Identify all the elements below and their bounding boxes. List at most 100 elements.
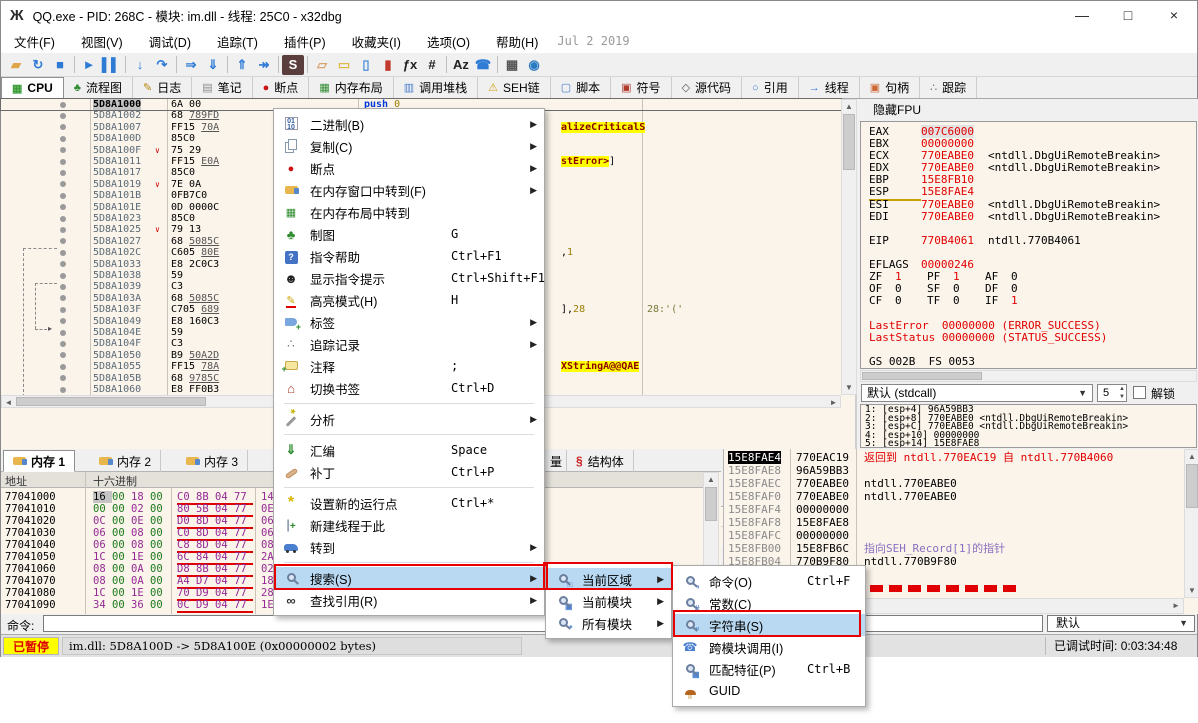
register-text-line[interactable]: LastStatus 00000000 (STATUS_SUCCESS) [861,332,1196,344]
menubar-item[interactable]: 追踪(T) [204,36,271,50]
menu-item[interactable]: 在内存窗口中转到(F)▶ [274,179,544,201]
register-text-line[interactable]: GS 002B FS 0053 [861,356,1196,368]
menu-item[interactable]: *设置新的运行点Ctrl+* [274,492,544,514]
menu-item[interactable]: ♣制图G [274,223,544,245]
register-row[interactable]: EFLAGS00000246 [861,259,1196,271]
tab-symbols[interactable]: ▣符号 [611,77,671,98]
instruction-dot-icon[interactable] [60,352,66,358]
instruction-dot-icon[interactable] [60,375,66,381]
instruction-dot-icon[interactable] [60,387,66,393]
instruction-dot-icon[interactable] [60,238,66,244]
hex-column-header[interactable]: 十六进制 [93,473,137,489]
instruction-dot-icon[interactable] [60,227,66,233]
tab-memory-map[interactable]: ▦内存布局 [309,77,393,98]
menu-item[interactable]: “字符串(S) [673,614,865,636]
trace-into-icon[interactable]: ⇒ [180,55,202,75]
open-file-icon[interactable]: ▰ [5,55,27,75]
spinner-arrows-icon[interactable]: ▲▼ [1119,385,1125,401]
menu-item[interactable]: 分析▶ [274,408,544,430]
tab-notes[interactable]: ▤笔记 [192,77,252,98]
instruction-dot-icon[interactable] [60,136,66,142]
stack-row[interactable]: 15E8FAF815E8FAE8 [724,516,1184,529]
register-row[interactable]: ESI770EABE0<ntdll.DbgUiRemoteBreakin> [861,199,1196,211]
stop-icon[interactable]: ■ [49,55,71,75]
stack-row[interactable]: 15E8FAFC00000000 [724,529,1184,542]
menu-item[interactable]: ∞查找引用(R)▶ [274,589,544,611]
instruction-dot-icon[interactable] [60,102,66,108]
menu-item[interactable]: ●断点▶ [274,157,544,179]
flags-row[interactable]: ZF1PF1AF0 [861,271,1196,283]
registers-horizontal-scrollbar[interactable] [860,370,1197,382]
menu-item[interactable]: 标签▶ [274,311,544,333]
menubar-item[interactable]: 插件(P) [271,36,339,50]
pause-icon[interactable]: ▌▌ [100,55,122,75]
menu-item[interactable]: ?指令帮助Ctrl+F1 [274,245,544,267]
register-row[interactable]: EBP15E8FB10 [861,174,1196,186]
instruction-dot-icon[interactable] [60,318,66,324]
tab-seh[interactable]: ⚠SEH链 [478,77,551,98]
register-row[interactable]: EAX007C6000 [861,126,1196,138]
close-button[interactable]: × [1151,1,1197,29]
menu-item[interactable]: ▦在内存布局中转到 [274,201,544,223]
register-row[interactable]: EDI770EABE0<ntdll.DbgUiRemoteBreakin> [861,211,1196,223]
execute-till-return-icon[interactable]: ⇑ [231,55,253,75]
maximize-button[interactable]: □ [1105,1,1151,29]
run-to-user-code-icon[interactable]: ↠ [253,55,275,75]
run-icon[interactable]: ► [78,55,100,75]
instruction-dot-icon[interactable] [60,216,66,222]
bookmark-toolbar-icon[interactable]: ▮ [377,55,399,75]
locals-tab-partial[interactable]: 量 [546,450,567,472]
register-row[interactable]: ESP15E8FAE4 [861,186,1196,198]
unlock-checkbox[interactable] [1133,386,1146,399]
menu-item[interactable]: 复制(C)▶ [274,135,544,157]
stack-row[interactable]: 15E8FAF400000000 [724,503,1184,516]
menu-item[interactable]: ✎高亮模式(H)H [274,289,544,311]
calling-convention-dropdown[interactable]: 默认 (stdcall)▼ [861,384,1093,402]
instruction-dot-icon[interactable] [60,295,66,301]
menu-item[interactable]: ∴追踪记录▶ [274,333,544,355]
menu-item[interactable]: 注释; [274,355,544,377]
menu-item[interactable]: ⇓汇编Space [274,439,544,461]
tab-cpu[interactable]: ▦CPU [1,77,64,99]
instruction-dot-icon[interactable] [60,250,66,256]
tab-references[interactable]: ○引用 [742,77,799,98]
minimize-button[interactable]: — [1059,1,1105,29]
menubar-item[interactable]: 视图(V) [68,36,136,50]
restart-icon[interactable]: ↻ [27,55,49,75]
menu-item[interactable]: ›命令(O)Ctrl+F [673,570,865,592]
instruction-dot-icon[interactable] [60,273,66,279]
intermodular-calls-icon[interactable]: ☎ [472,55,494,75]
instruction-dot-icon[interactable] [60,124,66,130]
memory-tab[interactable]: 内存 1 [3,450,75,472]
menu-item[interactable]: □当前区域▶ [546,568,671,590]
tab-graph[interactable]: ♣流程图 [64,77,133,98]
instruction-dot-icon[interactable] [60,341,66,347]
menu-item[interactable]: 补丁Ctrl+P [274,461,544,483]
memory-tab[interactable]: 内存 3 [177,450,248,472]
tab-call-stack[interactable]: ▥调用堆栈 [394,77,478,98]
function-analysis-icon[interactable]: ƒx [399,55,421,75]
menu-item[interactable]: 0110二进制(B)▶ [274,113,544,135]
memory-tab[interactable]: 内存 2 [90,450,161,472]
menu-item[interactable]: GUID [673,680,865,702]
step-over-icon[interactable]: ↷ [151,55,173,75]
register-list[interactable]: EAX007C6000EBX00000000ECX770EABE0<ntdll.… [860,121,1197,369]
tab-trace[interactable]: ∴跟踪 [920,77,977,98]
menu-item[interactable]: 搜索(S)▶ [274,567,544,589]
disasm-vertical-scrollbar[interactable]: ▲ ▼ [841,99,857,395]
strings-icon[interactable]: Az [450,55,472,75]
argument-count-spinner[interactable]: 5▲▼ [1097,384,1127,402]
instruction-dot-icon[interactable] [60,113,66,119]
register-row[interactable]: EDX770EABE0<ntdll.DbgUiRemoteBreakin> [861,162,1196,174]
script-icon[interactable]: S [282,55,304,75]
instruction-dot-icon[interactable] [60,284,66,290]
calculator-icon[interactable]: ▦ [501,55,523,75]
stack-argument-row[interactable]: 5: [esp+14] 15E8FAE8 [865,440,1196,448]
struct-tab[interactable]: §结构体 [567,450,634,472]
menu-item[interactable]: *所有模块▶ [546,612,671,634]
menubar-item[interactable]: 收藏夹(I) [339,36,414,50]
patch-toolbar-icon[interactable]: ▱ [311,55,333,75]
menu-item[interactable]: ⌂切换书签Ctrl+D [274,377,544,399]
flags-row[interactable]: CF0TF0IF1 [861,295,1196,307]
instruction-dot-icon[interactable] [60,170,66,176]
